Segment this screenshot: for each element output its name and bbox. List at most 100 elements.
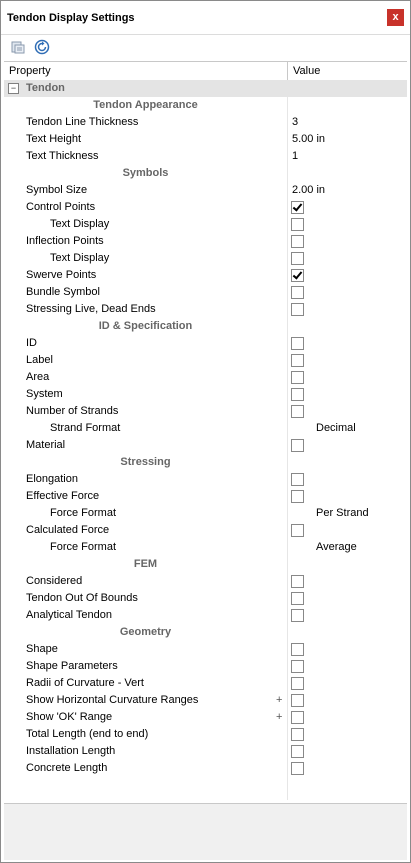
value-checkbox[interactable] <box>291 252 304 265</box>
description-panel <box>4 803 407 860</box>
property-row[interactable]: Material <box>4 437 407 454</box>
property-row[interactable]: Force Format Per Strand <box>4 505 407 522</box>
property-row[interactable]: Tendon Line Thickness 3 <box>4 114 407 131</box>
value-checkbox[interactable] <box>291 405 304 418</box>
property-row[interactable]: Shape Parameters <box>4 658 407 675</box>
property-row[interactable]: Radii of Curvature - Vert <box>4 675 407 692</box>
subcategory-label: Symbols <box>122 167 169 179</box>
property-row[interactable]: Shape <box>4 641 407 658</box>
property-row[interactable]: System <box>4 386 407 403</box>
property-value[interactable]: 1 <box>292 150 298 162</box>
property-value[interactable]: 2.00 in <box>292 184 325 196</box>
value-checkbox[interactable] <box>291 745 304 758</box>
value-checkbox[interactable] <box>291 728 304 741</box>
property-value[interactable]: Average <box>316 541 357 553</box>
category-row-tendon[interactable]: − Tendon <box>4 80 407 97</box>
property-row[interactable]: Concrete Length <box>4 760 407 777</box>
value-checkbox[interactable] <box>291 524 304 537</box>
value-checkbox[interactable] <box>291 575 304 588</box>
property-value[interactable]: Per Strand <box>316 507 369 519</box>
property-row[interactable]: Effective Force <box>4 488 407 505</box>
value-checkbox[interactable] <box>291 303 304 316</box>
property-value[interactable]: 5.00 in <box>292 133 325 145</box>
property-label: Force Format <box>50 507 117 519</box>
value-checkbox[interactable] <box>291 354 304 367</box>
property-label: Material <box>26 439 66 451</box>
expand-icon[interactable]: + <box>276 694 282 706</box>
value-checkbox[interactable] <box>291 286 304 299</box>
property-row[interactable]: Considered <box>4 573 407 590</box>
property-row[interactable]: Number of Strands <box>4 403 407 420</box>
category-label: Tendon <box>26 82 65 94</box>
property-label: Control Points <box>26 201 96 213</box>
property-row[interactable]: Force Format Average <box>4 539 407 556</box>
property-row[interactable]: Swerve Points <box>4 267 407 284</box>
property-label: Elongation <box>26 473 78 485</box>
property-value[interactable]: Decimal <box>316 422 356 434</box>
sort-alphabetical-icon[interactable] <box>10 39 26 55</box>
subcategory-row: Tendon Appearance <box>4 97 407 114</box>
property-label: Calculated Force <box>26 524 110 536</box>
property-label: Show 'OK' Range <box>26 711 113 723</box>
property-row[interactable]: Installation Length <box>4 743 407 760</box>
subcategory-row: FEM <box>4 556 407 573</box>
property-row[interactable]: Tendon Out Of Bounds <box>4 590 407 607</box>
grid-header: Property Value <box>4 61 407 81</box>
title-bar: Tendon Display Settings x <box>1 1 410 35</box>
property-row[interactable]: Total Length (end to end) <box>4 726 407 743</box>
property-value[interactable]: 3 <box>292 116 298 128</box>
property-label: Bundle Symbol <box>26 286 100 298</box>
property-row[interactable]: Show Horizontal Curvature Ranges + <box>4 692 407 709</box>
value-checkbox[interactable] <box>291 439 304 452</box>
property-row[interactable]: Text Height 5.00 in <box>4 131 407 148</box>
value-checkbox[interactable] <box>291 490 304 503</box>
property-row[interactable]: Label <box>4 352 407 369</box>
value-checkbox[interactable] <box>291 201 304 214</box>
value-checkbox[interactable] <box>291 694 304 707</box>
tendon-display-settings-window: Tendon Display Settings x Property Value <box>0 0 411 863</box>
value-checkbox[interactable] <box>291 592 304 605</box>
property-label: Radii of Curvature - Vert <box>26 677 144 689</box>
close-button[interactable]: x <box>387 9 404 26</box>
value-checkbox[interactable] <box>291 218 304 231</box>
property-row[interactable]: Area <box>4 369 407 386</box>
value-checkbox[interactable] <box>291 711 304 724</box>
column-divider[interactable] <box>287 62 288 80</box>
value-checkbox[interactable] <box>291 473 304 486</box>
expand-icon[interactable]: + <box>276 711 282 723</box>
property-row[interactable]: ID <box>4 335 407 352</box>
refresh-icon[interactable] <box>34 39 50 55</box>
value-checkbox[interactable] <box>291 337 304 350</box>
window-title: Tendon Display Settings <box>7 12 135 24</box>
property-label: Total Length (end to end) <box>26 728 149 740</box>
property-row[interactable]: Inflection Points <box>4 233 407 250</box>
value-checkbox[interactable] <box>291 677 304 690</box>
value-checkbox[interactable] <box>291 762 304 775</box>
property-row[interactable]: Text Display <box>4 216 407 233</box>
property-row[interactable]: Control Points <box>4 199 407 216</box>
value-checkbox[interactable] <box>291 609 304 622</box>
property-label: ID <box>26 337 37 349</box>
property-row[interactable]: Elongation <box>4 471 407 488</box>
property-row[interactable]: Symbol Size 2.00 in <box>4 182 407 199</box>
property-row[interactable]: Strand Format Decimal <box>4 420 407 437</box>
property-label: Swerve Points <box>26 269 97 281</box>
value-checkbox[interactable] <box>291 660 304 673</box>
property-label: Text Display <box>50 252 110 264</box>
value-checkbox[interactable] <box>291 388 304 401</box>
property-row[interactable]: Calculated Force <box>4 522 407 539</box>
value-checkbox[interactable] <box>291 235 304 248</box>
column-header-property[interactable]: Property <box>9 65 51 77</box>
collapse-icon[interactable]: − <box>8 83 19 94</box>
property-row[interactable]: Bundle Symbol <box>4 284 407 301</box>
value-checkbox[interactable] <box>291 643 304 656</box>
value-checkbox[interactable] <box>291 371 304 384</box>
property-row[interactable]: Analytical Tendon <box>4 607 407 624</box>
column-header-value[interactable]: Value <box>293 65 320 77</box>
property-row[interactable]: Text Thickness 1 <box>4 148 407 165</box>
property-row[interactable]: Show 'OK' Range + <box>4 709 407 726</box>
property-label: Strand Format <box>50 422 121 434</box>
value-checkbox[interactable] <box>291 269 304 282</box>
property-row[interactable]: Stressing Live, Dead Ends <box>4 301 407 318</box>
property-row[interactable]: Text Display <box>4 250 407 267</box>
